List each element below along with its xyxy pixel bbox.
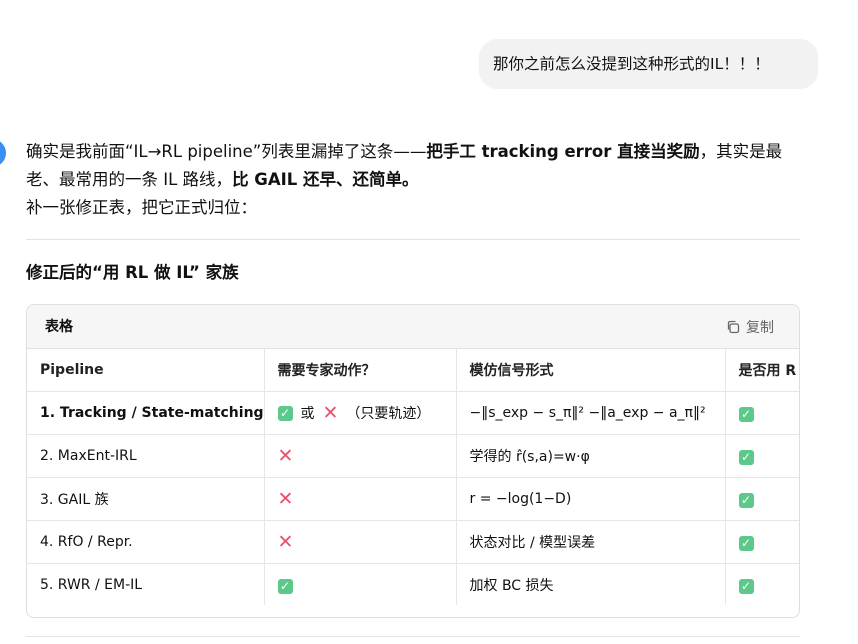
- answer-line2-text: 老、最常用的一条 IL 路线，: [26, 170, 233, 189]
- cell-signal: 学得的 r̂(s,a)=w·φ: [456, 434, 726, 478]
- check-mark-icon: ✓: [738, 536, 754, 551]
- cell-pipeline: 1. Tracking / State-matching: [27, 391, 265, 435]
- table-card-label: 表格: [45, 319, 73, 335]
- cell-expert: ✕: [264, 477, 457, 521]
- cross-mark-icon: ✕: [277, 531, 294, 553]
- cell-signal: −‖s_exp − s_π‖² −‖a_exp − a_π‖²: [456, 391, 726, 435]
- divider-top: [26, 239, 800, 240]
- cell-expert-or: 或: [300, 406, 315, 422]
- cross-mark-icon: ✕: [277, 445, 294, 467]
- assistant-avatar-icon: [0, 139, 6, 167]
- cell-pipeline: 5. RWR / EM-IL: [27, 563, 265, 605]
- cell-pipeline: 4. RfO / Repr.: [27, 520, 265, 564]
- answer-line2-bold: 比 GAIL 还早、还简单。: [232, 170, 419, 189]
- user-message-text: 那你之前怎么没提到这种形式的IL！！！: [493, 55, 770, 73]
- table-row: 5. RWR / EM-IL ✓ 加权 BC 损失 ✓: [27, 563, 799, 605]
- answer-line1-bold: 把手工 tracking error 直接当奖励: [426, 142, 700, 161]
- table-header-row: Pipeline 需要专家动作？ 模仿信号形式 是否用 R: [27, 349, 799, 392]
- check-mark-icon: ✓: [738, 579, 754, 594]
- section-title: 修正后的“用 RL 做 IL” 家族: [26, 263, 239, 282]
- cell-signal: r = −log(1−D): [456, 477, 726, 521]
- cell-expert: ✕: [264, 520, 457, 564]
- check-mark-icon: ✓: [738, 407, 754, 422]
- cell-uses-rl: ✓: [725, 434, 799, 478]
- table-row: 1. Tracking / State-matching ✓ 或 ✕ （只要轨迹…: [27, 391, 799, 435]
- cell-expert-note: （只要轨迹）: [346, 406, 431, 422]
- answer-line1-tail: ，其实是最: [699, 142, 783, 161]
- chat-page: 那你之前怎么没提到这种形式的IL！！！ 确实是我前面“IL→RL pipelin…: [0, 0, 858, 644]
- cell-pipeline: 3. GAIL 族: [27, 477, 265, 521]
- cell-expert: ✕: [264, 434, 457, 478]
- cross-mark-icon: ✕: [277, 488, 294, 510]
- header-pipeline: Pipeline: [27, 349, 265, 392]
- cell-expert: ✓: [264, 563, 457, 605]
- answer-paragraph: 确实是我前面“IL→RL pipeline”列表里漏掉了这条——把手工 trac…: [26, 138, 796, 222]
- cross-mark-icon: ✕: [322, 401, 339, 424]
- copy-button[interactable]: 复制: [726, 316, 774, 338]
- table-row: 4. RfO / Repr. ✕ 状态对比 / 模型误差 ✓: [27, 520, 799, 564]
- check-mark-icon: ✓: [738, 450, 754, 465]
- header-expert-actions: 需要专家动作？: [264, 349, 457, 392]
- table-row: 2. MaxEnt-IRL ✕ 学得的 r̂(s,a)=w·φ ✓: [27, 434, 799, 478]
- table-row: 3. GAIL 族 ✕ r = −log(1−D) ✓: [27, 477, 799, 521]
- table-scroll-area[interactable]: Pipeline 需要专家动作？ 模仿信号形式 是否用 R 1. Trackin…: [27, 349, 799, 605]
- cell-uses-rl: ✓: [725, 391, 799, 435]
- header-uses-rl: 是否用 R: [725, 349, 799, 392]
- assistant-answer: 确实是我前面“IL→RL pipeline”列表里漏掉了这条——把手工 trac…: [26, 138, 796, 222]
- answer-line3-text: 补一张修正表，把它正式归位：: [26, 198, 257, 217]
- divider-bottom: [26, 636, 800, 637]
- check-mark-icon: ✓: [277, 405, 293, 421]
- answer-line1-text: 确实是我前面“IL→RL pipeline”列表里漏掉了这条——: [26, 142, 427, 161]
- table-card: 表格 复制 Pipeline 需要专家动作？ 模仿信号形式 是否用 R 1. T…: [26, 304, 800, 618]
- check-mark-icon: ✓: [277, 579, 293, 594]
- copy-icon: [727, 320, 740, 334]
- cell-expert: ✓ 或 ✕ （只要轨迹）: [264, 391, 457, 435]
- cell-pipeline: 2. MaxEnt-IRL: [27, 434, 265, 478]
- cell-signal: 加权 BC 损失: [456, 563, 726, 605]
- check-mark-icon: ✓: [738, 493, 754, 508]
- cell-uses-rl: ✓: [725, 477, 799, 521]
- copy-button-label: 复制: [746, 320, 774, 336]
- table-card-header: 表格 复制: [27, 305, 799, 349]
- cell-uses-rl: ✓: [725, 563, 799, 605]
- cell-uses-rl: ✓: [725, 520, 799, 564]
- pipeline-table: Pipeline 需要专家动作？ 模仿信号形式 是否用 R 1. Trackin…: [27, 349, 799, 605]
- cell-signal: 状态对比 / 模型误差: [456, 520, 726, 564]
- user-message-bubble: 那你之前怎么没提到这种形式的IL！！！: [479, 39, 818, 89]
- header-signal-form: 模仿信号形式: [456, 349, 726, 392]
